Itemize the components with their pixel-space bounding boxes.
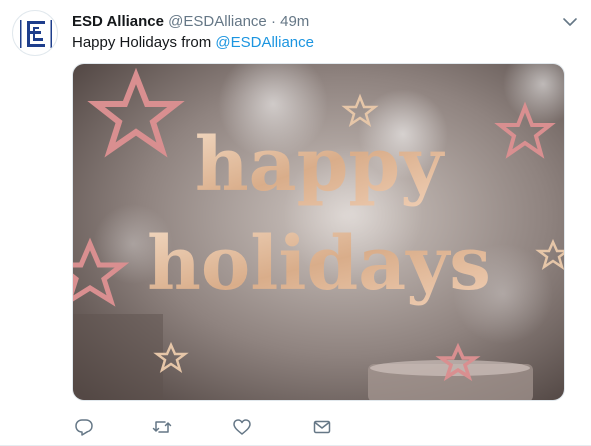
avatar[interactable] — [12, 10, 58, 56]
tweet-media-image[interactable]: happy holidays — [72, 63, 565, 401]
retweet-icon[interactable] — [152, 417, 172, 437]
tweet[interactable]: ESD Alliance @ESDAlliance · 49m Happy Ho… — [0, 0, 591, 446]
envelope-icon[interactable] — [312, 417, 332, 437]
esd-alliance-logo — [20, 17, 52, 51]
separator-dot: · — [270, 13, 276, 30]
chevron-down-icon[interactable] — [562, 14, 578, 30]
happy-text: happy — [195, 122, 445, 208]
happy-holidays-image: happy holidays — [73, 64, 564, 400]
author-handle[interactable]: @ESDAlliance — [168, 13, 267, 30]
tweet-text-body: Happy Holidays from — [72, 34, 216, 51]
tweet-actions — [72, 417, 372, 437]
mention-link[interactable]: @ESDAlliance — [215, 34, 314, 51]
author-name[interactable]: ESD Alliance — [72, 13, 164, 30]
heart-icon[interactable] — [232, 417, 252, 437]
tweet-text: Happy Holidays from @ESDAlliance — [72, 33, 314, 53]
reply-icon[interactable] — [74, 417, 94, 437]
tweet-timestamp[interactable]: 49m — [280, 13, 309, 30]
holidays-text: holidays — [147, 221, 491, 307]
tweet-header: ESD Alliance @ESDAlliance · 49m — [72, 12, 309, 32]
